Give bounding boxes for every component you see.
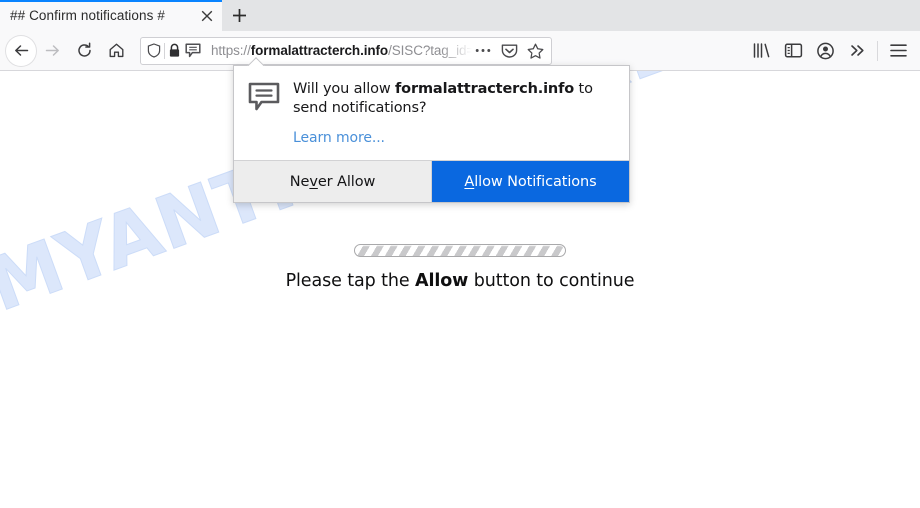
star-icon[interactable] bbox=[524, 40, 546, 62]
never-allow-accesskey: v bbox=[309, 173, 318, 190]
url-input[interactable]: https://formalattracterch.info/SISC?tag_… bbox=[206, 43, 472, 58]
popup-message-prefix: Will you allow bbox=[293, 81, 395, 97]
page-center-block: Please tap the Allow button to continue bbox=[0, 244, 920, 291]
popup-text-column: Will you allow formalattracterch.info to… bbox=[293, 80, 613, 147]
toolbar-divider bbox=[877, 40, 878, 61]
identity-divider bbox=[164, 42, 165, 59]
shield-icon[interactable] bbox=[147, 43, 161, 58]
chevron-double-right-icon[interactable] bbox=[841, 35, 873, 67]
learn-more-link[interactable]: Learn more... bbox=[293, 130, 385, 146]
tab-title: ## Confirm notifications # bbox=[10, 8, 165, 23]
url-bar[interactable]: https://formalattracterch.info/SISC?tag_… bbox=[140, 36, 552, 65]
account-icon[interactable] bbox=[809, 35, 841, 67]
never-allow-button[interactable]: Ne v er Allow bbox=[234, 161, 432, 202]
browser-window: ## Confirm notifications # https://forma… bbox=[0, 0, 920, 508]
forward-button bbox=[36, 35, 68, 67]
lock-icon[interactable] bbox=[168, 43, 181, 58]
loading-progress-bar bbox=[354, 244, 566, 257]
never-allow-before: Ne bbox=[289, 173, 310, 190]
reload-icon[interactable] bbox=[68, 35, 100, 67]
pocket-icon[interactable] bbox=[498, 40, 520, 62]
popup-body: Will you allow formalattracterch.info to… bbox=[234, 66, 629, 160]
back-button[interactable] bbox=[6, 35, 36, 66]
tap-instruction: Please tap the Allow button to continue bbox=[0, 271, 920, 291]
speech-bubble-icon[interactable] bbox=[185, 43, 201, 58]
url-domain: formalattracterch.info bbox=[250, 43, 389, 58]
identity-box[interactable] bbox=[141, 38, 206, 64]
close-icon[interactable] bbox=[196, 5, 218, 27]
new-tab-button[interactable] bbox=[222, 0, 256, 31]
hamburger-menu-icon[interactable] bbox=[882, 35, 914, 67]
popup-message-domain: formalattracterch.info bbox=[395, 81, 575, 97]
allow-after: llow Notifications bbox=[474, 173, 597, 190]
url-path: /SISC?tag_id=70 bbox=[388, 43, 472, 58]
tap-prefix: Please tap the bbox=[285, 271, 415, 291]
allow-notifications-button[interactable]: Allow Notifications bbox=[432, 161, 629, 202]
notification-permission-popup: Will you allow formalattracterch.info to… bbox=[233, 65, 630, 203]
url-prefix: https:// bbox=[211, 43, 251, 58]
tab-active-indicator bbox=[0, 0, 222, 2]
tab-confirm-notifications[interactable]: ## Confirm notifications # bbox=[0, 0, 222, 31]
tab-strip: ## Confirm notifications # bbox=[0, 0, 920, 31]
allow-accesskey: A bbox=[464, 173, 475, 190]
toolbar-right bbox=[745, 35, 920, 67]
url-actions bbox=[472, 40, 551, 62]
never-allow-after: er Allow bbox=[317, 173, 376, 190]
tap-bold: Allow bbox=[415, 271, 469, 291]
tap-suffix: button to continue bbox=[468, 271, 635, 291]
popup-message: Will you allow formalattracterch.info to… bbox=[293, 80, 613, 118]
popup-actions: Ne v er Allow Allow Notifications bbox=[234, 160, 629, 202]
ellipsis-icon[interactable] bbox=[472, 40, 494, 62]
popup-arrow bbox=[247, 57, 265, 66]
sidebar-icon[interactable] bbox=[777, 35, 809, 67]
home-icon[interactable] bbox=[100, 35, 132, 67]
library-icon[interactable] bbox=[745, 35, 777, 67]
speech-bubble-icon bbox=[248, 80, 280, 147]
